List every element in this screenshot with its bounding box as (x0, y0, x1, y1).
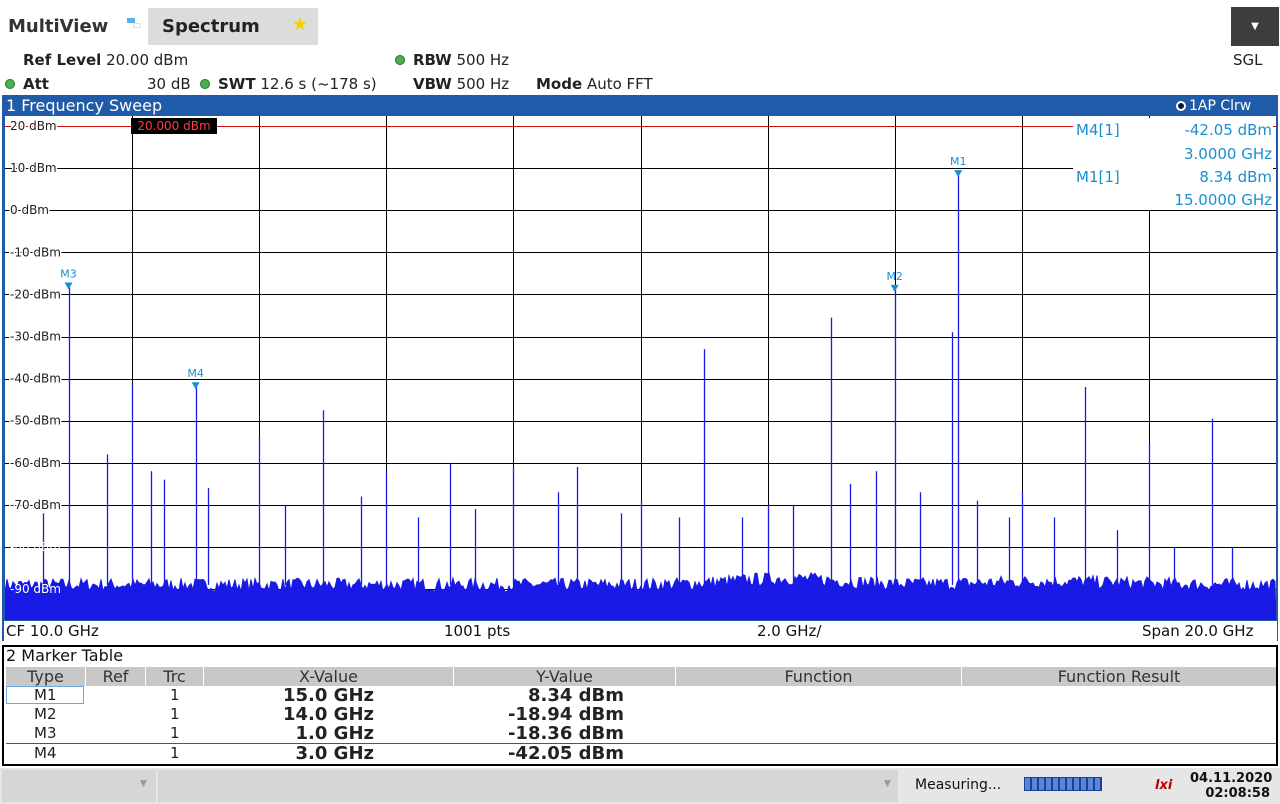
cell-y-value: 8.34 dBm (527, 685, 624, 706)
chevron-down-icon[interactable]: ▼ (884, 779, 891, 789)
col-header-function-result[interactable]: Function Result (962, 667, 1276, 686)
swt-value: 12.6 s (~178 s) (260, 75, 377, 93)
ref-level-setting[interactable]: Ref Level 20.00 dBm (23, 50, 188, 70)
y-tick-label: -10 dBm (10, 245, 61, 259)
att-setting[interactable]: Att (23, 74, 49, 94)
att-label: Att (23, 75, 49, 93)
y-tick-label: -30 dBm (10, 330, 61, 344)
marker-label: M2 (886, 270, 903, 283)
col-header-ref[interactable]: Ref (86, 667, 146, 686)
cell-x-value: 14.0 GHz (283, 704, 374, 725)
mode-setting[interactable]: Mode Auto FFT (536, 74, 653, 94)
swt-status-dot-icon (200, 79, 210, 89)
marker-readout-m1-name: M1[1] (1076, 168, 1120, 186)
y-tick-label: -60 dBm (10, 456, 61, 470)
measuring-status: Measuring... (915, 777, 1002, 793)
marker-table-body: M1 1 15.0 GHz 8.34 dBm M2 1 14.0 GHz -18… (6, 686, 1276, 764)
rbw-value: 500 Hz (456, 51, 510, 69)
ref-level-line-label: 20.000 dBm (131, 118, 217, 134)
col-header-y-value[interactable]: Y-Value (454, 667, 676, 686)
trace-indicator-icon (1176, 101, 1186, 111)
frequency-per-division: 2.0 GHz/ (757, 622, 822, 640)
cell-type: M3 (34, 724, 57, 742)
sweep-points[interactable]: 1001 pts (444, 621, 510, 642)
y-tick-label: -40 dBm (10, 372, 61, 386)
status-field-left[interactable] (2, 770, 156, 802)
marker-readout-m1-level: 8.34 dBm (1199, 168, 1272, 186)
vbw-setting[interactable]: VBW 500 Hz (413, 74, 509, 94)
rbw-label: RBW (413, 51, 452, 69)
cell-x-value: 1.0 GHz (295, 723, 374, 744)
sweep-progress-bar (1024, 777, 1102, 791)
frequency-span[interactable]: Span 20.0 GHz (1142, 621, 1253, 642)
marker-readout-m4-freq: 3.0000 GHz (1183, 145, 1272, 163)
vbw-label: VBW (413, 75, 452, 93)
col-header-x-value[interactable]: X-Value (204, 667, 454, 686)
marker-label: M4 (187, 367, 204, 380)
sgl-indicator[interactable]: SGL (1233, 50, 1263, 70)
marker-readout-m1-freq: 15.0000 GHz (1174, 191, 1272, 209)
table-row[interactable]: M2 1 14.0 GHz -18.94 dBm (6, 705, 1276, 724)
cell-trc: 1 (170, 705, 180, 723)
y-tick-label: -50 dBm (10, 414, 61, 428)
cell-trc: 1 (170, 724, 180, 742)
trace-mode-label: 1AP Clrw (1189, 98, 1252, 114)
status-date: 04.11.2020 (1190, 771, 1273, 786)
att-status-dot-icon (5, 79, 15, 89)
cell-x-value: 3.0 GHz (295, 743, 374, 764)
center-frequency[interactable]: CF 10.0 GHz (6, 621, 99, 642)
y-tick-label: -90 dBm (10, 582, 61, 596)
col-header-function[interactable]: Function (676, 667, 962, 686)
star-icon[interactable]: ★ (292, 10, 308, 40)
marker-readout-m4-level: -42.05 dBm (1184, 121, 1272, 139)
rbw-status-dot-icon (395, 55, 405, 65)
mode-label: Mode (536, 75, 583, 93)
sweep-window-title: 1 Frequency Sweep (6, 96, 163, 115)
cell-y-value: -18.94 dBm (507, 704, 624, 725)
status-field-middle[interactable] (158, 770, 898, 802)
table-row[interactable]: M4 1 3.0 GHz -42.05 dBm (6, 744, 1276, 763)
vbw-value: 500 Hz (456, 75, 510, 93)
y-tick-label: -80 dBm (10, 540, 61, 554)
cell-x-value: 15.0 GHz (283, 685, 374, 706)
cell-type: M4 (34, 744, 57, 762)
table-row[interactable]: M1 1 15.0 GHz 8.34 dBm (6, 686, 1276, 705)
col-header-type[interactable]: Type (6, 667, 86, 686)
dropdown-menu-button[interactable]: ▼ (1231, 7, 1279, 46)
y-tick-label: -20 dBm (10, 287, 61, 301)
y-tick-label: 10 dBm (10, 161, 57, 175)
multiview-icon (127, 18, 141, 28)
y-tick-label: -70 dBm (10, 498, 61, 512)
ref-level-label: Ref Level (23, 51, 102, 69)
lxi-logo: lxi (1155, 778, 1173, 793)
marker-label: M1 (950, 155, 967, 168)
cell-type: M2 (34, 705, 57, 723)
marker-readout-m4-name: M4[1] (1076, 121, 1120, 139)
marker-table-title: 2 Marker Table (6, 646, 124, 665)
marker-label: M3 (60, 267, 77, 280)
rbw-setting[interactable]: RBW 500 Hz (413, 50, 509, 70)
cell-trc: 1 (170, 686, 180, 704)
swt-label: SWT (218, 75, 256, 93)
col-header-trc[interactable]: Trc (146, 667, 204, 686)
cell-trc: 1 (170, 744, 180, 762)
y-tick-label: 0 dBm (10, 203, 49, 217)
status-time: 02:08:58 (1205, 786, 1270, 801)
att-value: 30 dB (147, 75, 191, 93)
cell-type: M1 (34, 686, 57, 704)
cell-y-value: -18.36 dBm (507, 723, 624, 744)
swt-setting[interactable]: SWT 12.6 s (~178 s) (218, 74, 377, 94)
mode-value: Auto FFT (586, 75, 653, 93)
sweep-footer: CF 10.0 GHz 1001 pts 2.0 GHz/ Span 20.0 … (4, 620, 1277, 642)
cell-y-value: -42.05 dBm (507, 743, 624, 764)
ref-level-value: 20.00 dBm (106, 51, 189, 69)
tab-multiview[interactable]: MultiView (0, 8, 116, 46)
y-tick-label: 20 dBm (10, 119, 57, 133)
chevron-down-icon[interactable]: ▼ (140, 779, 147, 789)
table-row[interactable]: M3 1 1.0 GHz -18.36 dBm (6, 724, 1276, 743)
date-time-display: 04.11.2020 02:08:58 (1190, 771, 1273, 801)
